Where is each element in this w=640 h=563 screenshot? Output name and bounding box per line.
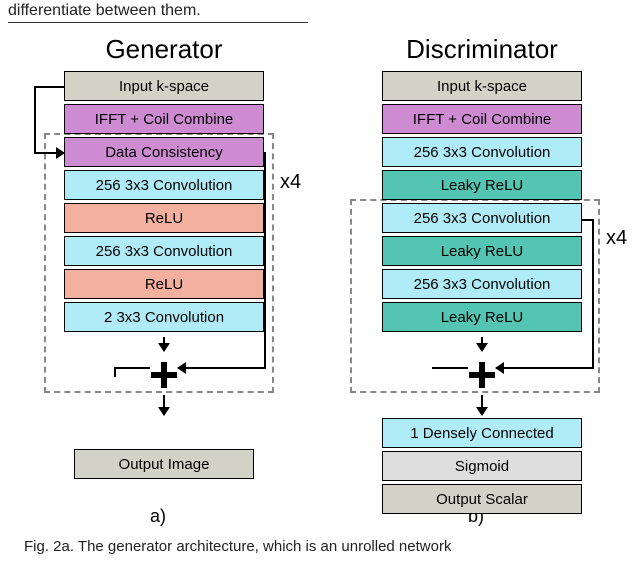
disc-loop-back [432,367,468,369]
gen-layer-0: Input k-space [64,71,264,101]
generator-panel: Generator Input k-space IFFT + Coil Comb… [14,34,314,479]
discriminator-stack: Input k-space IFFT + Coil Combine 256 3x… [332,71,632,514]
generator-stack: Input k-space IFFT + Coil Combine Data C… [14,71,314,479]
arrow-down-icon [163,395,165,415]
gen-skip-arrow-icon [34,152,64,154]
disc-tail-0: 1 Densely Connected [382,418,582,448]
discriminator-title: Discriminator [332,34,632,65]
gen-layer-1: IFFT + Coil Combine [64,104,264,134]
disc-tail-1: Sigmoid [382,451,582,481]
sum-node-icon [469,362,495,388]
gen-skip-dc-sum-arrow-icon [178,367,266,369]
discriminator-panel: Discriminator Input k-space IFFT + Coil … [332,34,632,514]
gen-skip-dc-sum [264,152,266,367]
disc-layer-0: Input k-space [382,71,582,101]
arrow-down-icon [481,395,483,415]
gen-layer-4: ReLU [64,203,264,233]
figure-2a: differentiate between them. Generator In… [0,0,640,563]
gen-layer-5: 256 3x3 Convolution [64,236,264,266]
disc-layer-5: Leaky ReLU [382,236,582,266]
disc-layer-3: Leaky ReLU [382,170,582,200]
disc-layer-4: 256 3x3 Convolution [382,203,582,233]
prev-text-fragment: differentiate between them. [8,2,308,23]
disc-skip-right [592,219,594,367]
gen-layer-7: 2 3x3 Convolution [64,302,264,332]
gen-loop-back [114,367,150,369]
sum-node-icon [151,362,177,388]
gen-layer-2: Data Consistency [64,137,264,167]
sublabel-a: a) [150,506,166,527]
disc-layer-2: 256 3x3 Convolution [382,137,582,167]
gen-repeat-label: x4 [280,171,301,194]
gen-output-block: Output Image [74,449,254,479]
disc-skip-right-arrow-icon [496,367,594,369]
arrow-down-icon [163,337,165,351]
generator-title: Generator [14,34,314,65]
arrow-down-icon [481,337,483,351]
disc-layer-7: Leaky ReLU [382,302,582,332]
disc-layer-6: 256 3x3 Convolution [382,269,582,299]
gen-skip-input-dc [34,86,64,88]
disc-layer-1: IFFT + Coil Combine [382,104,582,134]
disc-repeat-label: x4 [606,227,627,250]
figure-caption: Fig. 2a. The generator architecture, whi… [24,538,616,555]
gen-loop-back [114,367,116,377]
gen-layer-3: 256 3x3 Convolution [64,170,264,200]
disc-tail-2: Output Scalar [382,484,582,514]
gen-layer-6: ReLU [64,269,264,299]
gen-skip-input-dc [34,86,36,152]
